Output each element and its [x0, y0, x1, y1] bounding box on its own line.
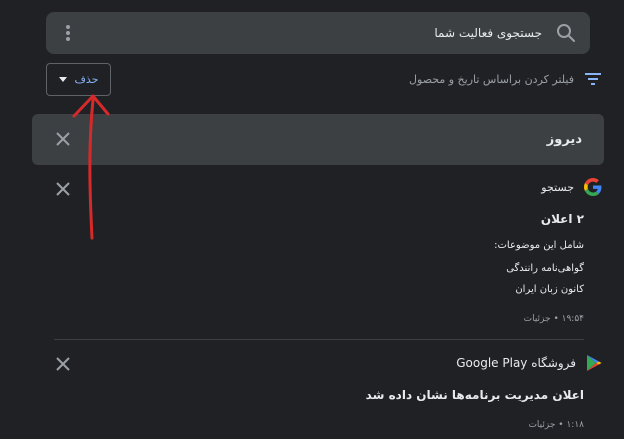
topic-item: کانون زبان ایران	[515, 284, 584, 295]
google-play-icon	[587, 355, 602, 371]
annotation-arrow-icon	[72, 94, 110, 240]
topics-label: شامل این موضوعات:	[494, 240, 584, 251]
caret-down-icon	[58, 77, 67, 82]
entry-heading[interactable]: اعلان مدیریت برنامه‌ها نشان داده شد	[366, 388, 584, 402]
entry-source: فروشگاه Google Play	[456, 354, 602, 372]
close-icon	[56, 357, 70, 371]
search-bar[interactable]: جستجوی فعالیت شما	[46, 12, 590, 54]
search-icon[interactable]	[556, 23, 576, 43]
filter-icon	[585, 73, 601, 85]
topic-item: گواهی‌نامه رانندگی	[506, 263, 584, 274]
more-vert-icon[interactable]	[60, 23, 76, 43]
entry-source-label: فروشگاه Google Play	[456, 356, 576, 370]
delete-button-label: حذف	[74, 73, 99, 86]
entry-heading[interactable]: ۲ اعلان	[541, 212, 584, 226]
google-g-icon	[584, 178, 602, 196]
day-group-title: دیروز	[546, 132, 582, 147]
entry-source-label: جستجو	[541, 180, 574, 194]
entry-source: جستجو	[541, 178, 602, 196]
filter-by-date-product[interactable]: فیلتر کردن براساس تاریخ و محصول	[409, 68, 602, 90]
delete-entry-button[interactable]	[54, 355, 72, 373]
entry-meta-details[interactable]: ۱۹:۵۴ • جزئیات	[524, 314, 584, 324]
divider	[54, 339, 584, 340]
filter-label: فیلتر کردن براساس تاریخ و محصول	[409, 72, 574, 86]
entry-meta-details[interactable]: ۱:۱۸ • جزئیات	[528, 420, 584, 430]
search-input[interactable]: جستجوی فعالیت شما	[434, 12, 542, 54]
